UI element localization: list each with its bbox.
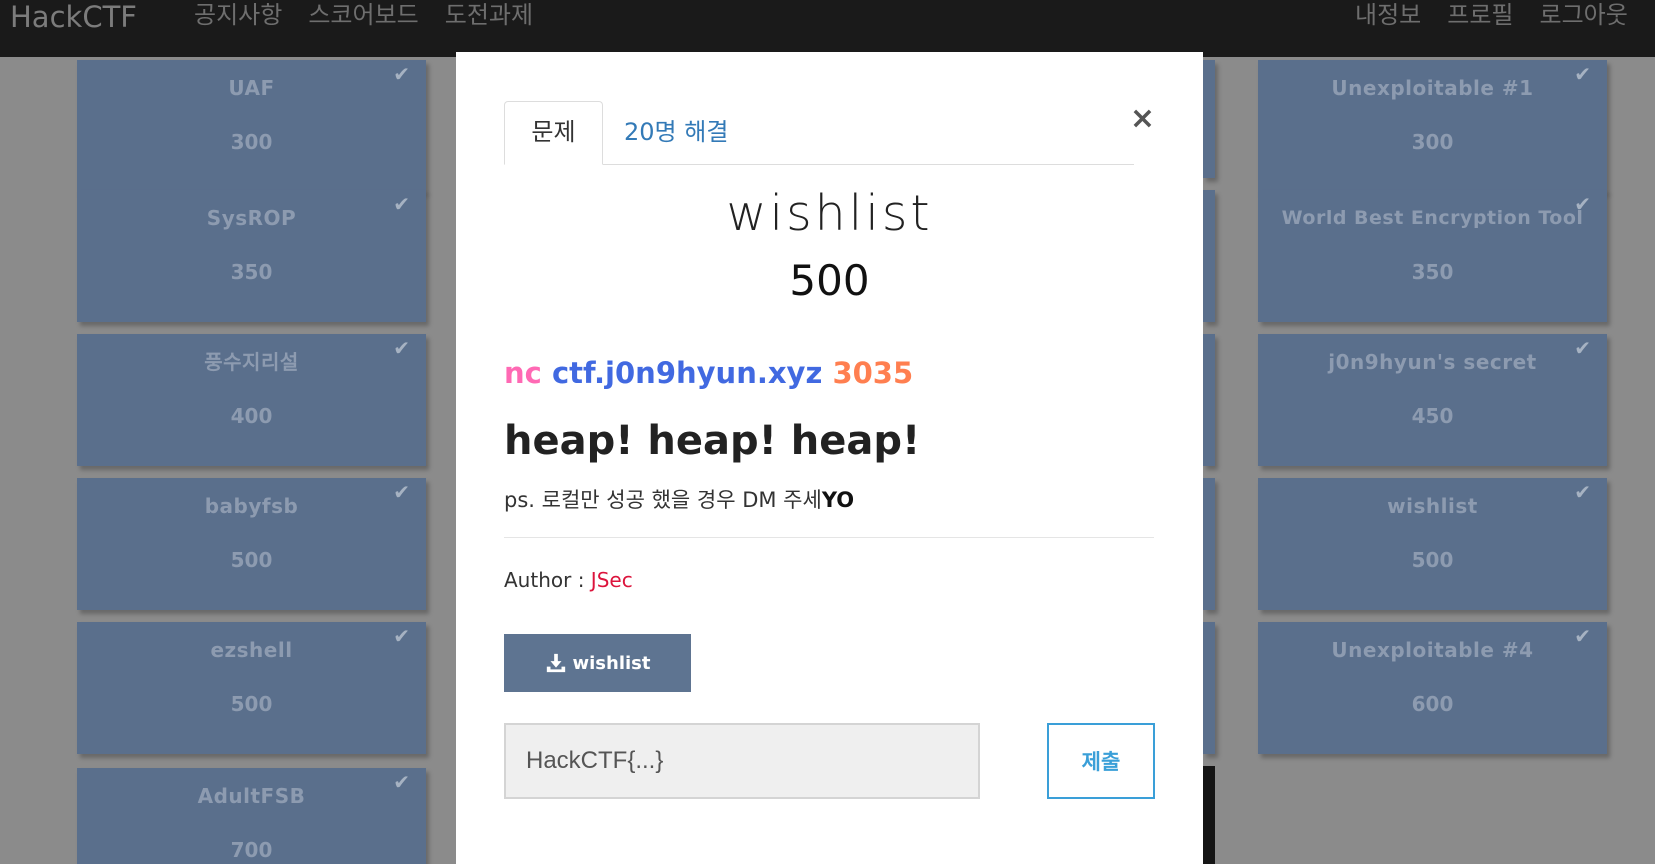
challenge-card[interactable]: AdultFSB 700 ✔: [77, 768, 426, 864]
nc-command: nc: [504, 356, 542, 390]
challenge-card[interactable]: j0n9hyun's secret 450 ✔: [1258, 334, 1607, 466]
submit-button[interactable]: 제출: [1047, 723, 1155, 799]
solved-check-icon: ✔: [1574, 192, 1591, 216]
challenge-name: wishlist: [1387, 494, 1478, 518]
download-file-button[interactable]: wishlist: [504, 634, 691, 692]
challenge-score: 500: [1411, 548, 1454, 572]
nc-host: ctf.j0n9hyun.xyz: [551, 356, 823, 390]
challenge-score: 500: [230, 548, 273, 572]
challenge-points: 500: [789, 256, 870, 305]
solved-check-icon: ✔: [393, 624, 410, 648]
nav-link-my-info[interactable]: 내정보: [1355, 0, 1421, 30]
flag-input[interactable]: [504, 723, 980, 799]
author-name: JSec: [590, 568, 633, 592]
divider: [504, 537, 1154, 538]
challenge-score: 450: [1411, 404, 1454, 428]
challenge-name: Unexploitable #4: [1331, 638, 1534, 662]
description-heading: heap! heap! heap!: [504, 418, 921, 464]
note-bold-text: YO: [821, 488, 855, 512]
tab-solves[interactable]: 20명 해결: [624, 101, 728, 165]
challenge-card-partial: [1203, 622, 1215, 754]
challenge-card[interactable]: ezshell 500 ✔: [77, 622, 426, 754]
nc-port: 3035: [832, 356, 914, 390]
solved-check-icon: ✔: [393, 336, 410, 360]
nav-left-links: 공지사항 스코어보드 도전과제: [194, 0, 533, 30]
challenge-name: ezshell: [210, 638, 293, 662]
challenge-card-partial: [1203, 60, 1215, 178]
close-icon[interactable]: ×: [1130, 104, 1155, 134]
solved-check-icon: ✔: [1574, 624, 1591, 648]
author-line: Author : JSec: [504, 568, 633, 592]
challenge-score: 700: [230, 838, 273, 862]
nav-right-links: 내정보 프로필 로그아웃: [1355, 0, 1655, 30]
challenge-card[interactable]: Unexploitable #4 600 ✔: [1258, 622, 1607, 754]
challenge-card[interactable]: UAF 300 ✔: [77, 60, 426, 192]
challenge-card[interactable]: 풍수지리설 400 ✔: [77, 334, 426, 466]
challenge-card[interactable]: babyfsb 500 ✔: [77, 478, 426, 610]
challenge-score: 300: [1411, 130, 1454, 154]
challenge-name: Unexploitable #1: [1331, 76, 1534, 100]
solved-check-icon: ✔: [393, 480, 410, 504]
solved-check-icon: ✔: [393, 192, 410, 216]
challenge-score: 600: [1411, 692, 1454, 716]
challenge-card-partial: [1203, 334, 1215, 466]
challenge-name: 풍수지리설: [204, 350, 299, 374]
top-navbar: HackCTF 공지사항 스코어보드 도전과제 내정보 프로필 로그아웃: [0, 0, 1655, 57]
challenge-name: babyfsb: [204, 494, 299, 518]
challenge-name: AdultFSB: [197, 784, 306, 808]
challenge-score: 350: [1411, 260, 1454, 284]
solved-check-icon: ✔: [1574, 480, 1591, 504]
challenge-title: wishlist: [726, 185, 933, 242]
download-icon: [546, 653, 565, 673]
solved-check-icon: ✔: [393, 62, 410, 86]
challenge-name: UAF: [228, 76, 275, 100]
challenge-name: World Best Encryption Tool: [1281, 207, 1584, 229]
challenge-card[interactable]: World Best Encryption Tool 350 ✔: [1258, 190, 1607, 322]
author-label: Author :: [504, 568, 591, 592]
challenge-score: 400: [230, 404, 273, 428]
solved-check-icon: ✔: [1574, 62, 1591, 86]
challenge-card-partial: [1203, 478, 1215, 610]
dark-panel-edge: [1203, 766, 1215, 864]
connection-info: nc ctf.j0n9hyun.xyz 3035: [504, 356, 913, 390]
brand-logo[interactable]: HackCTF: [10, 0, 137, 34]
nav-link-challenges[interactable]: 도전과제: [445, 0, 533, 30]
solved-check-icon: ✔: [393, 770, 410, 794]
challenge-score: 500: [230, 692, 273, 716]
tab-problem[interactable]: 문제: [504, 101, 603, 165]
nav-link-logout[interactable]: 로그아웃: [1540, 0, 1628, 30]
challenge-name: SysROP: [206, 206, 297, 230]
note-text: ps. 로컬만 성공 했을 경우 DM 주세: [504, 488, 822, 512]
challenge-score: 300: [230, 130, 273, 154]
challenge-name: j0n9hyun's secret: [1328, 350, 1537, 374]
challenge-card[interactable]: Unexploitable #1 300 ✔: [1258, 60, 1607, 192]
nav-link-notice[interactable]: 공지사항: [194, 0, 282, 30]
description-note: ps. 로컬만 성공 했을 경우 DM 주세YO: [504, 484, 854, 514]
modal-tabs: 문제 20명 해결: [504, 101, 1134, 165]
challenge-card[interactable]: wishlist 500 ✔: [1258, 478, 1607, 610]
challenge-card-partial: [1203, 190, 1215, 322]
nav-link-scoreboard[interactable]: 스코어보드: [308, 0, 418, 30]
download-file-label: wishlist: [572, 652, 651, 674]
solved-check-icon: ✔: [1574, 336, 1591, 360]
challenge-modal: 문제 20명 해결 × wishlist 500 nc ctf.j0n9hyun…: [456, 52, 1203, 864]
challenge-card[interactable]: SysROP 350 ✔: [77, 190, 426, 322]
nav-link-profile[interactable]: 프로필: [1447, 0, 1513, 30]
challenge-score: 350: [230, 260, 273, 284]
